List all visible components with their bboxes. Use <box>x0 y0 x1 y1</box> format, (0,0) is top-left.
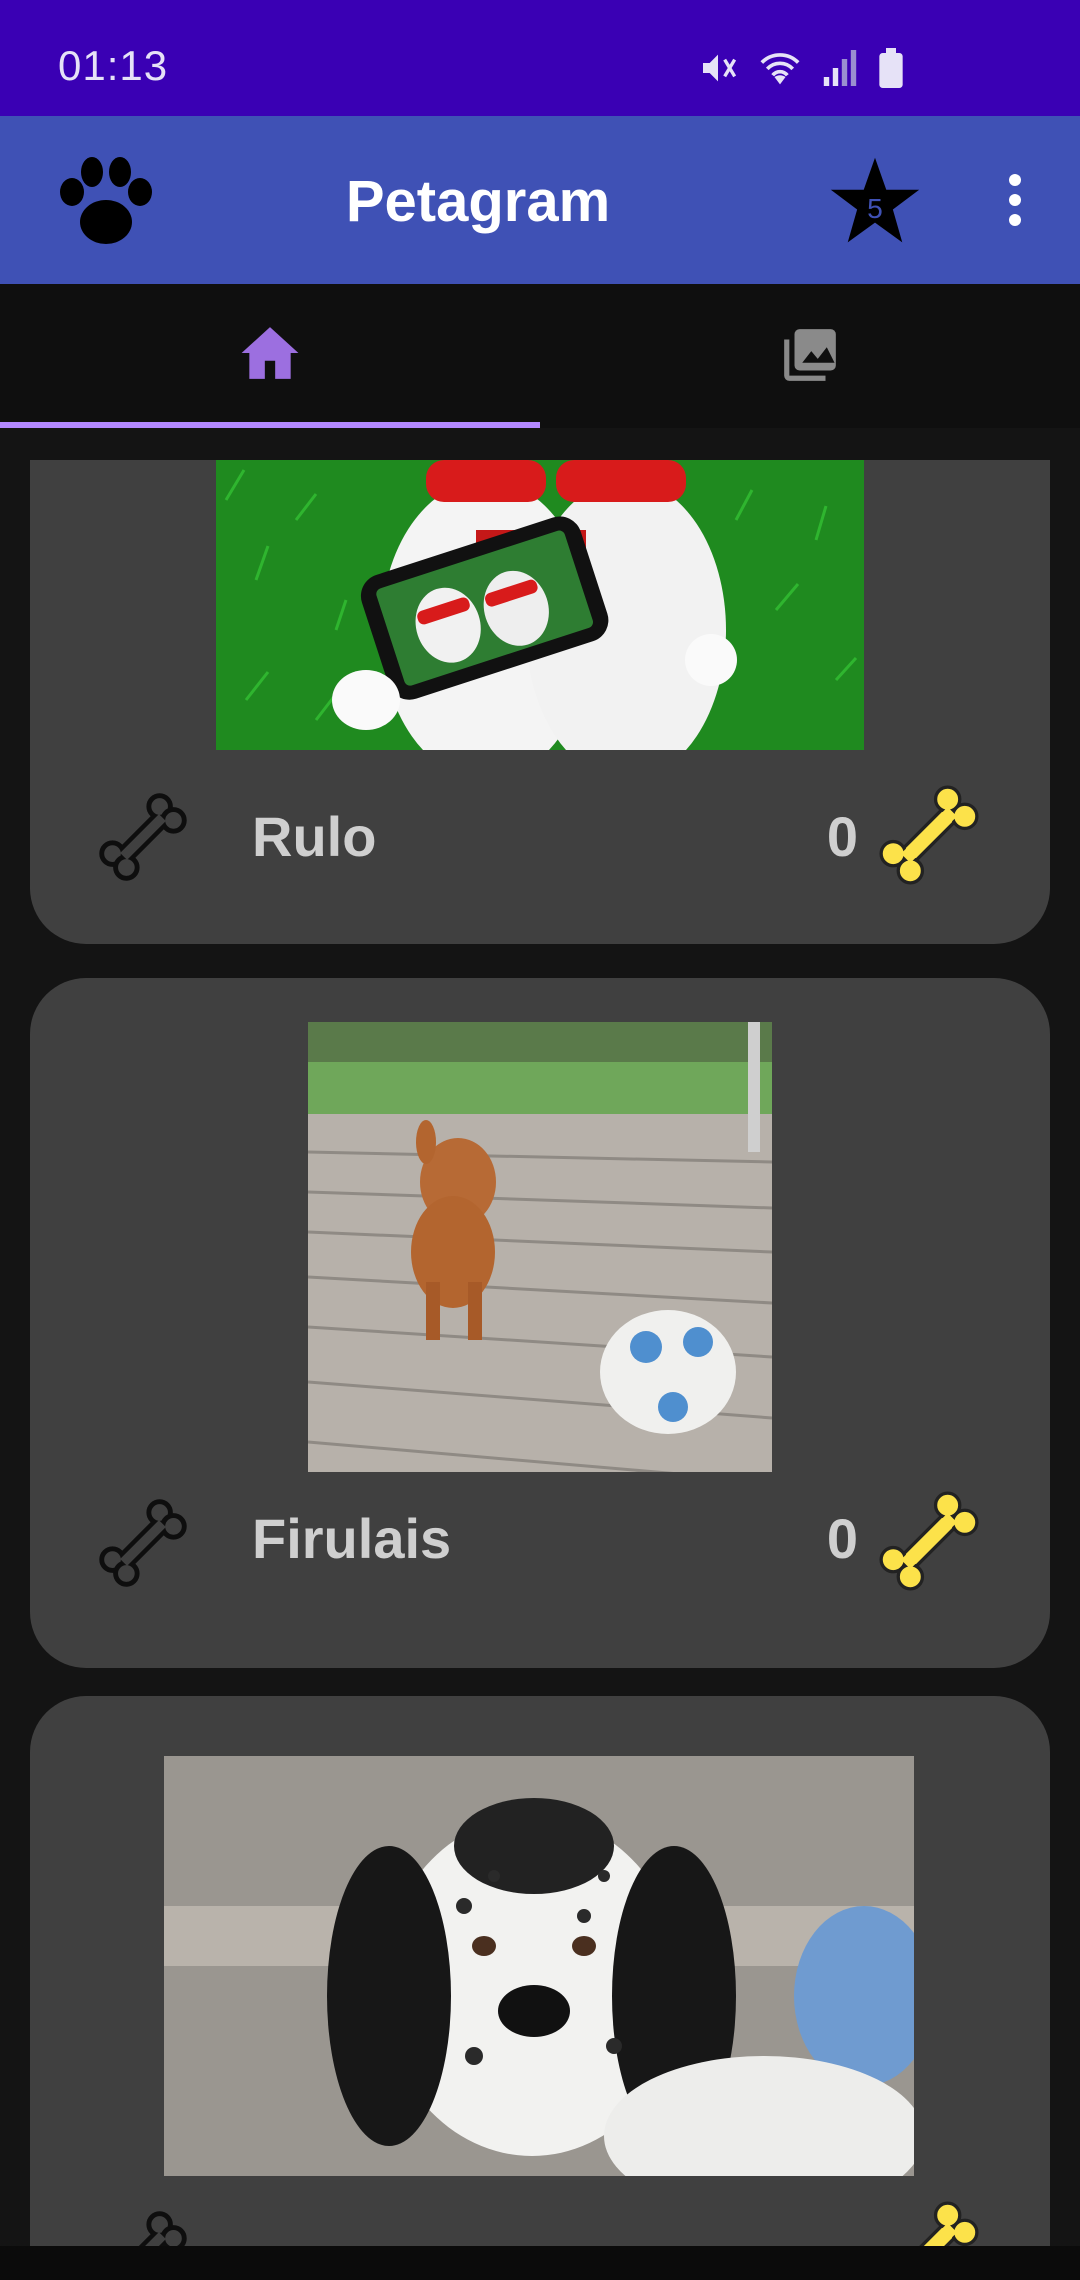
like-count: 0 <box>826 1507 858 1570</box>
pet-card <box>30 1696 1050 2246</box>
pet-name: Firulais <box>252 1507 452 1570</box>
home-icon <box>241 327 299 379</box>
bone-rating-icon <box>879 785 979 885</box>
status-time: 01:13 <box>58 42 169 89</box>
navigation-bar <box>0 2246 1080 2280</box>
app-title: Petagram <box>345 169 611 234</box>
like-bone-button[interactable] <box>94 1494 192 1592</box>
star-icon: 5 <box>830 157 920 243</box>
tab-gallery[interactable] <box>540 284 1080 428</box>
battery-icon <box>879 48 903 88</box>
signal-icon <box>823 50 857 86</box>
status-bar: 01:13 <box>0 0 1080 116</box>
pet-card: Firulais 0 <box>30 978 1050 1668</box>
tab-bar <box>0 284 1080 428</box>
wifi-icon <box>760 53 800 85</box>
photo-library-icon <box>784 329 836 381</box>
tab-indicator <box>0 422 540 428</box>
pet-photo <box>164 1756 914 2176</box>
status-icons <box>698 48 904 88</box>
bone-rating-icon <box>879 1491 979 1591</box>
like-count: 0 <box>826 805 858 868</box>
favorites-badge-count: 5 <box>867 192 883 224</box>
like-bone-button[interactable] <box>94 2206 192 2246</box>
overflow-menu-icon[interactable] <box>1000 172 1030 228</box>
favorites-button[interactable]: 5 <box>828 154 922 248</box>
pet-feed[interactable]: Rulo 0 Firulais 0 <box>0 460 1080 2246</box>
pet-photo <box>308 1022 772 1472</box>
pet-name: Rulo <box>252 805 377 868</box>
pet-card: Rulo 0 <box>30 460 1050 944</box>
like-bone-button[interactable] <box>94 788 192 886</box>
pet-photo <box>216 460 864 750</box>
bone-rating-icon <box>895 2201 979 2246</box>
tab-home[interactable] <box>0 284 540 428</box>
app-bar: Petagram 5 <box>0 116 1080 284</box>
mute-icon <box>703 54 737 82</box>
